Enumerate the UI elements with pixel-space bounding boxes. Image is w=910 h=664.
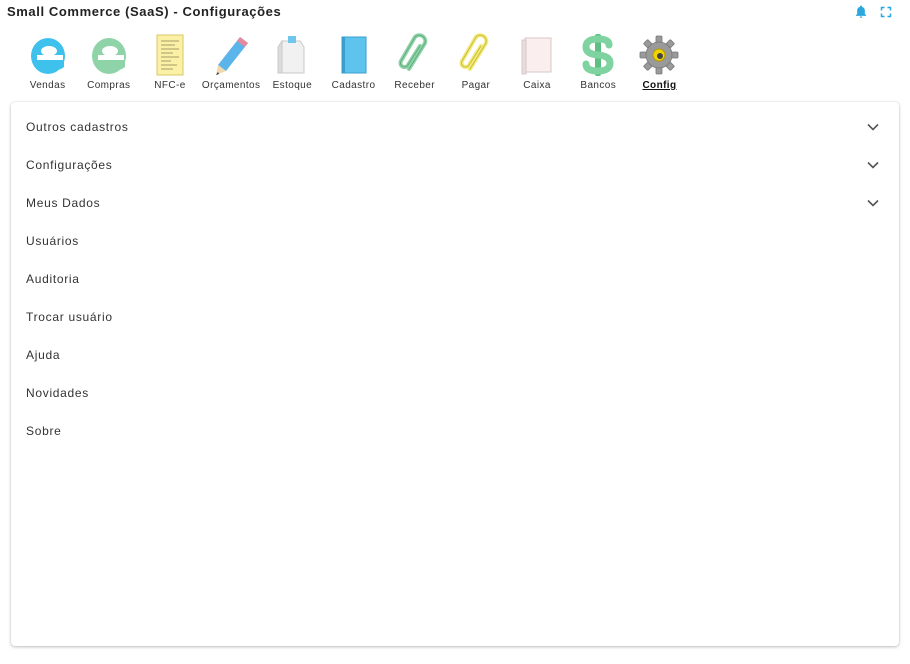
toolbar-label: NFC-e [154,80,186,91]
vendas-icon [25,32,71,78]
toolbar-label: Receber [394,80,436,91]
menu-item-label: Outros cadastros [26,120,129,134]
paperclip-green-icon [392,32,438,78]
menu-item-sobre[interactable]: Sobre [11,412,899,450]
toolbar-label: Orçamentos [201,80,261,91]
toolbar-item-caixa[interactable]: Caixa [507,32,568,91]
toolbar-item-compras[interactable]: Compras [78,32,139,91]
menu-item-usuarios[interactable]: Usuários [11,222,899,260]
toolbar-item-orcamentos[interactable]: Orçamentos [201,32,262,91]
menu-item-configuracoes[interactable]: Configurações [11,146,899,184]
menu-item-novidades[interactable]: Novidades [11,374,899,412]
cashbox-icon [514,32,560,78]
fullscreen-icon[interactable] [880,6,892,18]
toolbar-label: Pagar [461,80,491,91]
toolbar-item-nfce[interactable]: NFC-e [139,32,200,91]
bell-icon[interactable] [854,5,868,19]
toolbar-label: Estoque [272,80,313,91]
main-toolbar: Vendas Compras NFC-e Orçamentos Estoque … [17,32,690,91]
book-icon [331,32,377,78]
top-actions [854,5,892,19]
toolbar-label: Cadastro [331,80,376,91]
toolbar-item-vendas[interactable]: Vendas [17,32,78,91]
box-icon [269,32,315,78]
toolbar-item-receber[interactable]: Receber [384,32,445,91]
menu-item-label: Ajuda [26,348,61,362]
menu-item-label: Meus Dados [26,196,101,210]
dollar-icon [575,32,621,78]
receipt-icon [147,32,193,78]
menu-item-ajuda[interactable]: Ajuda [11,336,899,374]
menu-item-auditoria[interactable]: Auditoria [11,260,899,298]
gear-icon [636,32,682,78]
app-title: Small Commerce (SaaS) - Configurações [7,4,282,19]
toolbar-label: Compras [87,80,131,91]
toolbar-label: Bancos [580,80,617,91]
menu-item-label: Usuários [26,234,79,248]
paperclip-yellow-icon [453,32,499,78]
toolbar-item-config[interactable]: Config [629,32,690,91]
pencil-icon [208,32,254,78]
chevron-down-icon[interactable] [867,123,879,131]
toolbar-item-bancos[interactable]: Bancos [568,32,629,91]
menu-item-label: Sobre [26,424,62,438]
menu-item-label: Auditoria [26,272,80,286]
toolbar-label: Vendas [29,80,66,91]
toolbar-item-cadastro[interactable]: Cadastro [323,32,384,91]
chevron-down-icon[interactable] [867,161,879,169]
menu-item-label: Configurações [26,158,113,172]
toolbar-label: Config [642,80,677,91]
chevron-down-icon[interactable] [867,199,879,207]
toolbar-item-estoque[interactable]: Estoque [262,32,323,91]
compras-icon [86,32,132,78]
toolbar-item-pagar[interactable]: Pagar [445,32,506,91]
menu-item-outros-cadastros[interactable]: Outros cadastros [11,108,899,146]
settings-menu-panel: Outros cadastros Configurações Meus Dado… [11,102,899,646]
menu-item-label: Trocar usuário [26,310,113,324]
menu-item-label: Novidades [26,386,90,400]
toolbar-label: Caixa [523,80,551,91]
menu-item-meus-dados[interactable]: Meus Dados [11,184,899,222]
menu-item-trocar-usuario[interactable]: Trocar usuário [11,298,899,336]
